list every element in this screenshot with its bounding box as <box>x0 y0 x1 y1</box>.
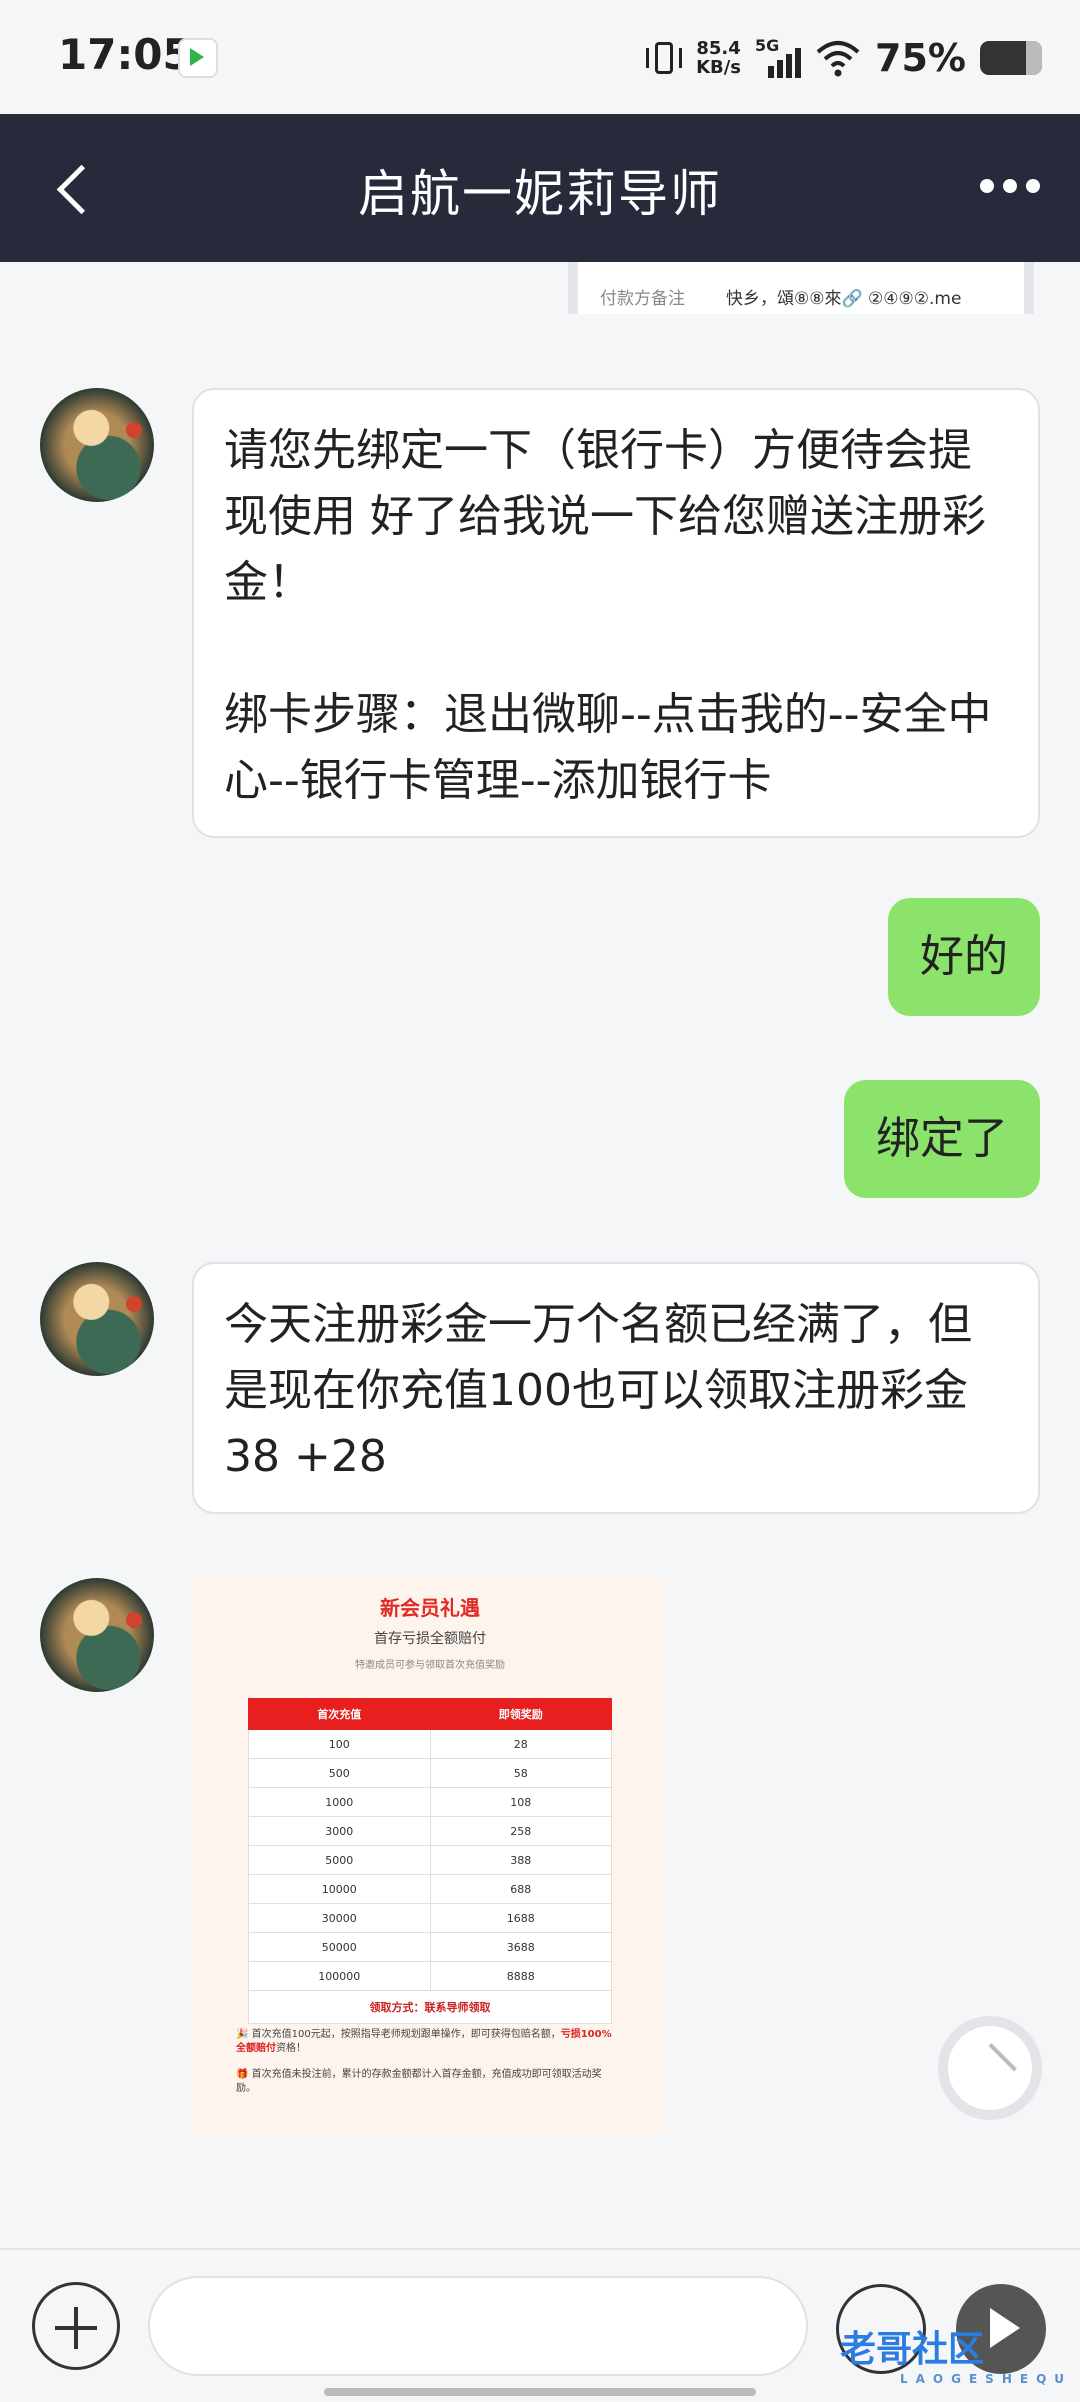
payment-receipt-image[interactable]: 付款方备注 快乡，頌⑧⑧來🔗 ②④⑨②.me <box>568 262 1034 314</box>
table-row: 50000 3688 <box>248 1932 612 1962</box>
message-bubble-incoming[interactable]: 今天注册彩金一万个名额已经满了，但是现在你充值100也可以领取注册彩金38 +2… <box>192 1262 1040 1514</box>
table-cell: 58 <box>429 1758 612 1788</box>
table-row: 30000 1688 <box>248 1903 612 1933</box>
wifi-icon <box>816 41 860 77</box>
table-cell: 100 <box>248 1729 431 1759</box>
table-cell: 500 <box>248 1758 431 1788</box>
table-row: 10000 688 <box>248 1874 612 1904</box>
table-cell: 5000 <box>248 1845 431 1875</box>
promo-footnote: 🎉 首次充值100元起，按照指导老师规划跟单操作，即可获得包赔名额，亏损100%… <box>236 2028 620 2056</box>
table-row: 100000 8888 <box>248 1961 612 1991</box>
table-cell: 688 <box>429 1874 612 1904</box>
chat-title: 启航一妮莉导师 <box>358 165 722 223</box>
table-cell: 50000 <box>248 1932 431 1962</box>
promo-note: 特邀成员可参与领取首次充值奖励 <box>355 1660 505 1671</box>
table-header: 即领奖励 <box>429 1698 612 1730</box>
battery-icon <box>980 41 1042 75</box>
battery-percent: 75% <box>875 36 966 80</box>
table-cell: 258 <box>429 1816 612 1846</box>
vibrate-icon <box>646 38 683 78</box>
table-cell: 1000 <box>248 1787 431 1817</box>
network-speed-value: 85.4 <box>696 38 741 59</box>
table-cell: 8888 <box>429 1961 612 1991</box>
promo-subtitle: 首存亏损全额赔付 <box>374 1631 486 1647</box>
table-cell: 388 <box>429 1845 612 1875</box>
table-row: 100 28 <box>248 1729 612 1759</box>
table-header: 首次充值 <box>248 1698 431 1730</box>
table-row: 5000 388 <box>248 1845 612 1875</box>
agent-avatar[interactable] <box>40 388 154 502</box>
more-options-icon[interactable] <box>980 174 1040 198</box>
signal-icon: 5G <box>755 36 802 80</box>
table-cell: 10000 <box>248 1874 431 1904</box>
chat-area[interactable]: 付款方备注 快乡，頌⑧⑧來🔗 ②④⑨②.me 请您先绑定一下（银行卡）方便待会提… <box>0 262 1080 2248</box>
add-attachment-button[interactable] <box>32 2282 120 2370</box>
table-row: 500 58 <box>248 1758 612 1788</box>
contact-method: 领取方式：联系导师领取 <box>248 1990 612 2024</box>
watermark-text: 老哥社区 <box>840 2329 985 2370</box>
promo-title: 新会员礼遇 <box>380 1596 480 1620</box>
status-indicators: 85.4 KB/s 5G 75% <box>646 30 1042 86</box>
table-cell: 108 <box>429 1787 612 1817</box>
table-cell: 3000 <box>248 1816 431 1846</box>
watermark-subtext: LAOGESHEQU <box>900 2372 1073 2386</box>
agent-avatar[interactable] <box>40 1578 154 1692</box>
table-row: 3000 258 <box>248 1816 612 1846</box>
input-bar: 老哥社区 LAOGESHEQU <box>0 2248 1080 2402</box>
agent-avatar[interactable] <box>40 1262 154 1376</box>
collapse-float-icon[interactable] <box>938 2016 1042 2120</box>
table-cell: 100000 <box>248 1961 431 1991</box>
status-time: 17:05 <box>58 30 192 79</box>
table-row: 领取方式：联系导师领取 <box>248 1990 612 2024</box>
status-bar: 17:05 85.4 KB/s 5G 75% <box>0 0 1080 114</box>
promo-footnote-end: 资格！ <box>276 2043 306 2054</box>
table-cell: 3688 <box>429 1932 612 1962</box>
network-speed: 85.4 KB/s <box>696 39 741 77</box>
table-cell: 30000 <box>248 1903 431 1933</box>
network-speed-unit: KB/s <box>696 57 742 78</box>
receipt-value: 快乡，頌⑧⑧來🔗 ②④⑨②.me <box>726 289 962 309</box>
message-bubble-incoming[interactable]: 请您先绑定一下（银行卡）方便待会提现使用 好了给我说一下给您赠送注册彩金！ 绑卡… <box>192 388 1040 838</box>
message-input[interactable] <box>148 2276 808 2376</box>
message-bubble-outgoing[interactable]: 好的 <box>888 898 1040 1016</box>
table-cell: 1688 <box>429 1903 612 1933</box>
table-row: 1000 108 <box>248 1787 612 1817</box>
promo-image-message[interactable]: 新会员礼遇 首存亏损全额赔付 特邀成员可参与领取首次充值奖励 首次充值 即领奖励… <box>192 1578 668 2134</box>
chat-header: 启航一妮莉导师 <box>0 114 1080 262</box>
receipt-label: 付款方备注 <box>600 289 685 309</box>
site-watermark: 老哥社区 LAOGESHEQU <box>840 2320 1070 2390</box>
promo-footnote: 🎁 首次充值未投注前，累计的存款金额都计入首存金额，充值成功即可领取活动奖励。 <box>236 2069 602 2094</box>
table-cell: 28 <box>429 1729 612 1759</box>
promo-footnote-text: 🎉 首次充值100元起，按照指导老师规划跟单操作，即可获得包赔名额， <box>236 2029 561 2040</box>
home-indicator[interactable] <box>324 2388 756 2396</box>
video-app-icon <box>178 38 218 78</box>
reward-table: 首次充值 即领奖励 100 28 500 58 1000 108 3000 258 50… <box>248 1698 612 2024</box>
message-bubble-outgoing[interactable]: 绑定了 <box>844 1080 1040 1198</box>
